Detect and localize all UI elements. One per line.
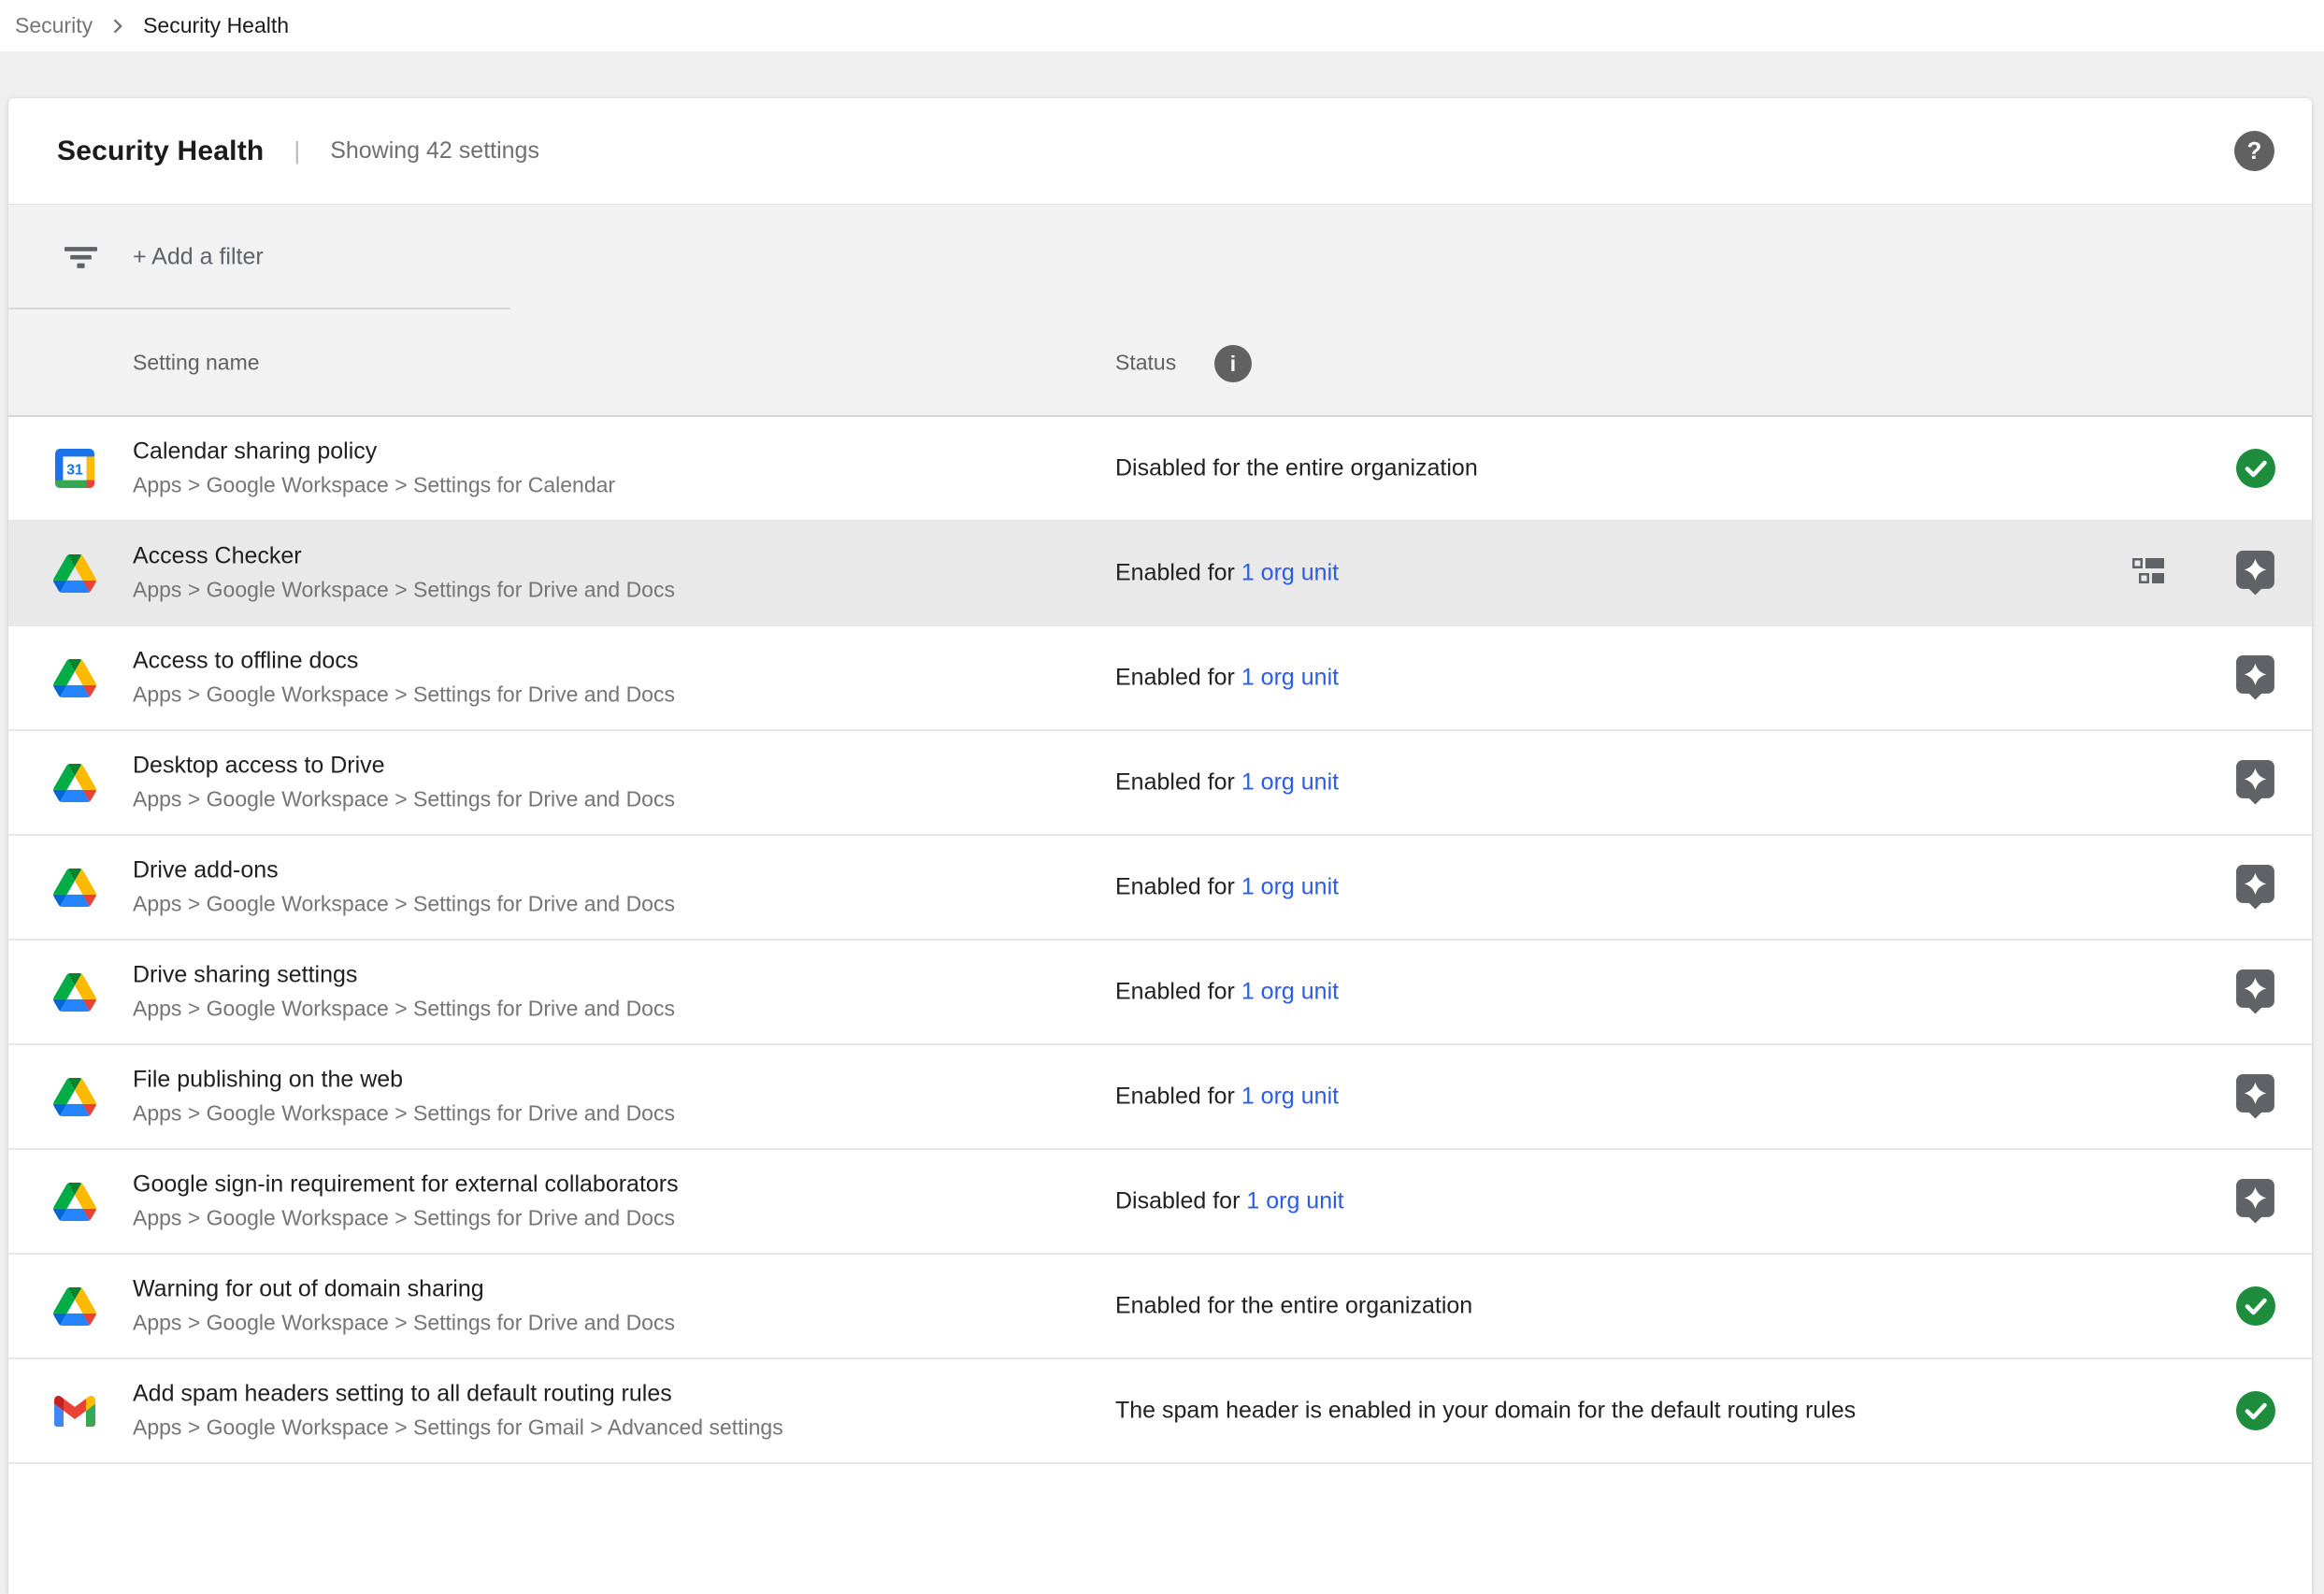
setting-path: Apps > Google Workspace > Settings for D… [133,996,675,1024]
status-text: Enabled for [1115,874,1241,900]
org-unit-rule-icon [2132,558,2165,588]
status-text: Disabled for [1115,1188,1246,1214]
recommendation-badge-icon[interactable] [2236,865,2274,910]
status-text: Enabled for the entire organization [1115,1293,1472,1319]
table-row[interactable]: Google sign-in requirement for external … [8,1150,2312,1255]
status-cell: The spam header is enabled in your domai… [1115,1398,1856,1425]
drive-app-icon [53,1285,96,1328]
security-health-card: Security Health | Showing 42 settings ? … [8,98,2312,1594]
status-text: Disabled for the entire organization [1115,455,1478,481]
setting-path: Apps > Google Workspace > Settings for D… [133,891,675,919]
page-title: Security Health [57,136,264,167]
recommendation-badge-icon[interactable] [2236,1074,2274,1119]
status-cell: Enabled for 1 org unit [1115,979,1339,1006]
table-row[interactable]: Access to offline docs Apps > Google Wor… [8,626,2312,731]
gmail-app-icon [53,1389,96,1432]
status-cell: Disabled for the entire organization [1115,455,1478,482]
setting-name: Access to offline docs [133,646,675,675]
setting-path: Apps > Google Workspace > Settings for D… [133,786,675,814]
status-text: Enabled for [1115,979,1241,1005]
help-icon[interactable]: ? [2234,131,2274,171]
check-circle-icon [2236,1391,2275,1430]
org-unit-link[interactable]: 1 org unit [1241,1084,1339,1110]
setting-path: Apps > Google Workspace > Settings for D… [133,577,675,605]
settings-table-body: Calendar sharing policy Apps > Google Wo… [8,417,2312,1464]
status-cell: Enabled for 1 org unit [1115,1084,1339,1111]
filter-bar: + Add a filter [8,205,2312,309]
setting-path: Apps > Google Workspace > Settings for G… [133,1414,783,1443]
breadcrumb: Security Security Health [0,0,2324,51]
setting-path: Apps > Google Workspace > Settings for D… [133,1100,675,1128]
status-cell: Enabled for the entire organization [1115,1293,1472,1320]
recommendation-badge-icon[interactable] [2236,551,2274,596]
setting-name: File publishing on the web [133,1065,675,1094]
drive-app-icon [53,761,96,804]
status-info-icon[interactable]: i [1214,345,1252,382]
org-unit-link[interactable]: 1 org unit [1241,769,1339,796]
status-text: Enabled for [1115,769,1241,796]
title-separator: | [294,136,300,165]
status-cell: Enabled for 1 org unit [1115,665,1339,692]
status-cell: Enabled for 1 org unit [1115,769,1339,797]
check-circle-icon [2236,1286,2275,1326]
setting-name: Warning for out of domain sharing [133,1274,675,1303]
table-row[interactable]: Add spam headers setting to all default … [8,1359,2312,1464]
status-text: Enabled for [1115,665,1241,691]
table-row[interactable]: Calendar sharing policy Apps > Google Wo… [8,417,2312,522]
status-cell: Enabled for 1 org unit [1115,874,1339,901]
setting-name: Google sign-in requirement for external … [133,1170,679,1199]
setting-path: Apps > Google Workspace > Settings for D… [133,682,675,710]
table-header-row: Setting name Status i [8,309,2312,417]
drive-app-icon [53,656,96,699]
table-row[interactable]: Warning for out of domain sharing Apps >… [8,1255,2312,1359]
recommendation-badge-icon[interactable] [2236,1179,2274,1224]
column-header-setting-name: Setting name [133,350,260,375]
setting-name: Drive sharing settings [133,960,675,989]
setting-name: Add spam headers setting to all default … [133,1379,783,1408]
check-circle-icon [2236,449,2275,488]
drive-app-icon [53,1180,96,1223]
setting-path: Apps > Google Workspace > Settings for C… [133,472,615,500]
drive-app-icon [53,866,96,909]
setting-name: Calendar sharing policy [133,437,615,466]
table-row[interactable]: File publishing on the web Apps > Google… [8,1045,2312,1150]
table-row[interactable]: Access Checker Apps > Google Workspace >… [8,522,2312,626]
filter-and-table-header: + Add a filter Setting name Status i [8,204,2312,417]
org-unit-link[interactable]: 1 org unit [1241,665,1339,691]
column-header-status: Status [1115,350,1176,375]
status-text: Enabled for [1115,1084,1241,1110]
setting-name: Access Checker [133,541,675,570]
breadcrumb-parent-link[interactable]: Security [15,13,93,38]
status-text: Enabled for [1115,560,1241,586]
setting-name: Desktop access to Drive [133,751,675,780]
recommendation-badge-icon[interactable] [2236,655,2274,700]
chevron-right-icon [106,14,130,38]
table-row[interactable]: Drive sharing settings Apps > Google Wor… [8,941,2312,1045]
table-row[interactable]: Desktop access to Drive Apps > Google Wo… [8,731,2312,836]
settings-count-label: Showing 42 settings [330,137,539,165]
setting-path: Apps > Google Workspace > Settings for D… [133,1310,675,1338]
status-cell: Enabled for 1 org unit [1115,560,1339,587]
drive-app-icon [53,970,96,1013]
status-cell: Disabled for 1 org unit [1115,1188,1344,1215]
table-row[interactable]: Drive add-ons Apps > Google Workspace > … [8,836,2312,941]
status-text: The spam header is enabled in your domai… [1115,1398,1856,1424]
drive-app-icon [53,552,96,595]
setting-path: Apps > Google Workspace > Settings for D… [133,1205,679,1233]
recommendation-badge-icon[interactable] [2236,969,2274,1014]
drive-app-icon [53,1075,96,1118]
calendar-app-icon [53,447,96,490]
filter-icon[interactable] [65,247,97,273]
card-header: Security Health | Showing 42 settings ? [8,98,2312,204]
org-unit-link[interactable]: 1 org unit [1241,874,1339,900]
breadcrumb-current: Security Health [143,13,289,38]
add-filter-button[interactable]: + Add a filter [133,244,264,271]
org-unit-link[interactable]: 1 org unit [1241,979,1339,1005]
setting-name: Drive add-ons [133,855,675,884]
org-unit-link[interactable]: 1 org unit [1241,560,1339,586]
org-unit-link[interactable]: 1 org unit [1246,1188,1343,1214]
recommendation-badge-icon[interactable] [2236,760,2274,805]
